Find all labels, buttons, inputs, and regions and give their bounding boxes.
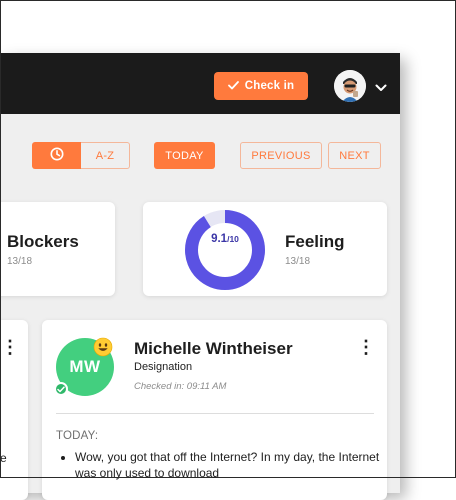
check-badge-icon <box>54 382 68 396</box>
update-item: Wow, you got that off the Internet? In m… <box>75 449 393 481</box>
sort-alphabetical-button[interactable]: A-Z <box>81 142 130 169</box>
check-in-label: Check in <box>244 80 295 92</box>
feeling-count: 13/18 <box>285 256 311 267</box>
feeling-score-denominator: /10 <box>227 234 239 244</box>
member-name: Michelle Wintheiser <box>134 339 293 358</box>
ring-fill <box>185 210 265 290</box>
previous-button[interactable]: PREVIOUS <box>240 142 322 169</box>
checkmark-icon <box>227 79 239 93</box>
sort-by-time-button[interactable] <box>32 142 81 169</box>
chevron-down-icon[interactable] <box>375 80 387 91</box>
member-designation: Designation <box>134 361 193 373</box>
blockers-count: 13/18 <box>7 256 33 267</box>
feeling-title: Feeling <box>285 232 345 251</box>
user-avatar[interactable] <box>334 70 366 102</box>
today-section-label: TODAY: <box>56 430 99 442</box>
check-in-button[interactable]: Check in <box>214 72 308 100</box>
feeling-score-ring <box>185 210 265 290</box>
today-button[interactable]: TODAY <box>154 142 215 169</box>
smiley-emoji-icon <box>93 337 113 357</box>
feeling-score-label: 9.1/10 <box>184 233 266 245</box>
next-button[interactable]: NEXT <box>328 142 381 169</box>
card-divider <box>56 413 374 414</box>
kebab-menu-icon[interactable]: ⋮ <box>1 338 19 356</box>
top-navbar: Check in <box>0 53 400 114</box>
checked-in-time: Checked in: 09:11 AM <box>134 381 227 392</box>
feeling-score: 9.1 <box>211 233 228 245</box>
member-initials: MW <box>69 357 101 376</box>
left-card-text-fragment: e <box>0 451 7 465</box>
update-items-list: Wow, you got that off the Internet? In m… <box>59 449 393 481</box>
blockers-title: Blockers <box>7 232 79 251</box>
clock-icon <box>50 147 64 164</box>
kebab-menu-icon[interactable]: ⋮ <box>357 338 375 356</box>
